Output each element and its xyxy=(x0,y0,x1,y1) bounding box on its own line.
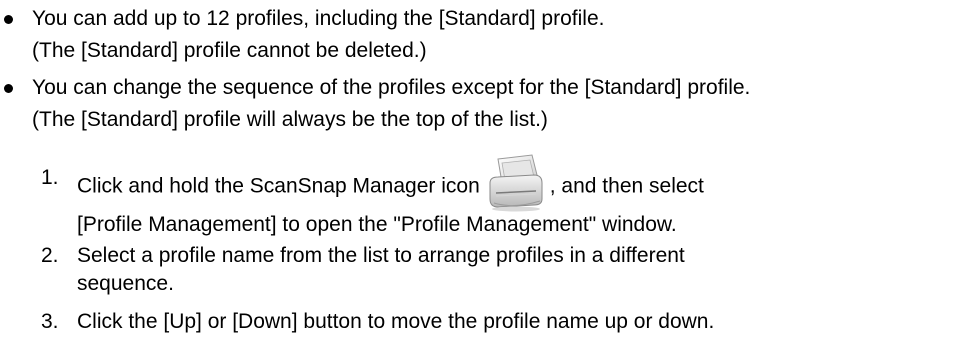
step-line: sequence. xyxy=(77,272,174,295)
step-line: Click the [Up] or [Down] button to move … xyxy=(77,310,715,333)
step-text-before-icon: Click and hold the ScanSnap Manager icon xyxy=(77,174,480,198)
bullet-line: You can add up to 12 profiles, including… xyxy=(32,7,605,30)
bullet-line: (The [Standard] profile will always be t… xyxy=(32,108,548,131)
bullet-item: You can change the sequence of the profi… xyxy=(0,72,750,136)
step-line: [Profile Management] to open the "Profil… xyxy=(77,213,677,236)
bullet-item: You can add up to 12 profiles, including… xyxy=(0,3,604,67)
scansnap-manager-icon xyxy=(484,153,546,213)
step-line: Click and hold the ScanSnap Manager icon xyxy=(77,154,704,217)
step-number: 1. xyxy=(41,166,59,189)
bullet-line: (The [Standard] profile cannot be delete… xyxy=(32,39,427,62)
bullet-dot-icon xyxy=(4,84,13,93)
step-text-after-icon: , and then select xyxy=(549,174,704,198)
step-line: Select a profile name from the list to a… xyxy=(77,244,685,267)
step-number: 3. xyxy=(41,310,59,333)
step-number: 2. xyxy=(41,244,59,267)
bullet-dot-icon xyxy=(4,15,13,24)
bullet-line: You can change the sequence of the profi… xyxy=(32,76,751,99)
